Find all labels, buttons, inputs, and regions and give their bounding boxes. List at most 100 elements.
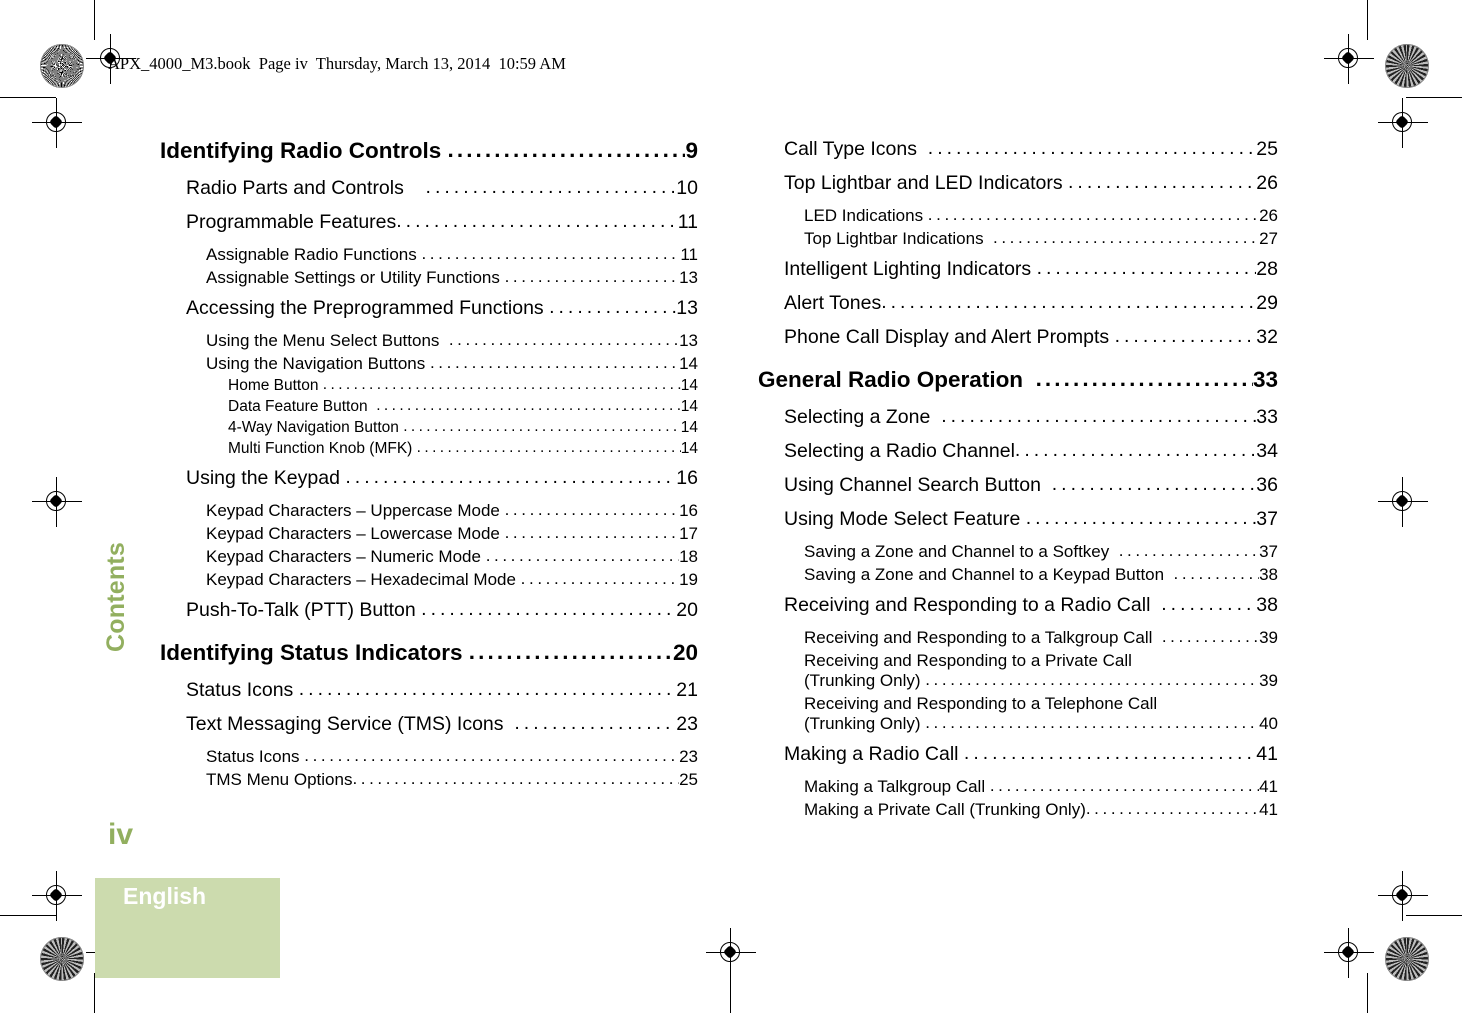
toc-dot-leader: ........................................… [925, 713, 1259, 732]
registration-mark-mid-left [32, 477, 82, 527]
toc-page-number: 16 [676, 467, 698, 489]
toc-page-number: 39 [1259, 671, 1278, 690]
toc-dot-leader: ........................................… [447, 137, 686, 162]
crop-line-top-left-horizontal [0, 97, 56, 99]
toc-entry-title: Saving a Zone and Channel to a Softkey [804, 542, 1119, 561]
toc-dot-leader: ........................................… [1114, 325, 1257, 347]
toc-entry-title: Home Button [228, 377, 323, 394]
crop-line-bottom-center-vertical [730, 973, 732, 1013]
toc-entry[interactable]: Receiving and Responding to a Private Ca… [758, 651, 1278, 691]
toc-entry[interactable]: Programmable Features...................… [160, 210, 698, 234]
toc-entry[interactable]: Keypad Characters – Numeric Mode .......… [160, 546, 698, 567]
toc-entry-title: Identifying Radio Controls [160, 138, 448, 163]
toc-entry[interactable]: Making a Private Call (Trunking Only)...… [758, 799, 1278, 820]
toc-page-number: 33 [1252, 367, 1278, 392]
toc-entry[interactable]: Accessing the Preprogrammed Functions ..… [160, 296, 698, 320]
registration-mark-upper-right [1378, 98, 1428, 148]
toc-page-number: 37 [1259, 542, 1278, 561]
toc-dot-leader: ........................................… [1118, 541, 1259, 560]
toc-entry[interactable]: Radio Parts and Controls ...............… [160, 176, 698, 200]
toc-entry[interactable]: General Radio Operation ................… [758, 366, 1278, 393]
toc-page-number: 16 [679, 501, 698, 520]
toc-entry[interactable]: TMS Menu Options........................… [160, 769, 698, 790]
toc-entry[interactable]: Using Mode Select Feature ..............… [758, 507, 1278, 531]
toc-page-number: 37 [1256, 508, 1278, 530]
toc-entry-title: Intelligent Lighting Indicators [784, 258, 1037, 280]
toc-entry[interactable]: Status Icons ...........................… [160, 746, 698, 767]
toc-entry-title: Receiving and Responding to a Private Ca… [804, 651, 1132, 670]
toc-dot-leader: ........................................… [448, 330, 679, 349]
toc-entry[interactable]: Receiving and Responding to a Radio Call… [758, 593, 1278, 617]
toc-entry-title: Receiving and Responding to a Telephone … [804, 694, 1158, 713]
toc-entry[interactable]: Identifying Radio Controls .............… [160, 137, 698, 164]
toc-entry[interactable]: Assignable Settings or Utility Functions… [160, 267, 698, 288]
toc-entry[interactable]: Using Channel Search Button ............… [758, 473, 1278, 497]
crop-line-bottom-right-horizontal [1406, 915, 1462, 917]
toc-entry[interactable]: Receiving and Responding to a Telephone … [758, 694, 1278, 734]
toc-entry[interactable]: Using the Navigation Buttons ...........… [160, 353, 698, 374]
toc-page-number: 14 [680, 377, 698, 394]
language-block: English [95, 878, 280, 978]
toc-dot-leader: ........................................… [396, 210, 678, 232]
toc-page-number: 25 [679, 770, 698, 789]
toc-entry[interactable]: Alert Tones.............................… [758, 291, 1278, 315]
toc-entry[interactable]: Intelligent Lighting Indicators ........… [758, 257, 1278, 281]
toc-dot-leader: ........................................… [927, 137, 1257, 159]
toc-dot-leader: ........................................… [429, 353, 680, 372]
toc-dot-leader: ........................................… [304, 746, 679, 765]
toc-dot-leader: ........................................… [485, 546, 679, 565]
toc-entry[interactable]: Keypad Characters – Lowercase Mode .....… [160, 523, 698, 544]
toc-entry[interactable]: Assignable Radio Functions .............… [160, 244, 698, 265]
toc-entry-title: Using Mode Select Feature [784, 508, 1026, 530]
toc-entry[interactable]: Push-To-Talk (PTT) Button ..............… [160, 598, 698, 622]
toc-entry[interactable]: Top Lightbar Indications ...............… [758, 228, 1278, 249]
toc-entry[interactable]: Using the Menu Select Buttons ..........… [160, 330, 698, 351]
toc-page-number: 34 [1256, 440, 1278, 462]
toc-entry[interactable]: 4-Way Navigation Button ................… [160, 418, 698, 437]
toc-page-number: 41 [1259, 777, 1278, 796]
toc-dot-leader: ........................................… [1025, 507, 1257, 529]
toc-entry[interactable]: LED Indications ........................… [758, 205, 1278, 226]
toc-entry[interactable]: Making a Talkgroup Call ................… [758, 776, 1278, 797]
toc-entry[interactable]: Phone Call Display and Alert Prompts ...… [758, 325, 1278, 349]
toc-entry[interactable]: Call Type Icons ........................… [758, 137, 1278, 161]
toc-entry[interactable]: Multi Function Knob (MFK) ..............… [160, 439, 698, 458]
toc-entry[interactable]: Keypad Characters – Hexadecimal Mode ...… [160, 569, 698, 590]
toc-page-number: 20 [676, 599, 698, 621]
toc-page-number: 39 [1259, 628, 1278, 647]
toc-entry-title: Status Icons [206, 747, 305, 766]
toc-column-left: Identifying Radio Controls .............… [160, 137, 698, 793]
toc-dot-leader: ........................................… [468, 639, 673, 664]
toc-dot-leader: ........................................… [403, 418, 681, 435]
toc-dot-leader: ........................................… [504, 523, 680, 542]
toc-entry[interactable]: Receiving and Responding to a Talkgroup … [758, 627, 1278, 648]
toc-dot-leader: ........................................… [376, 397, 681, 414]
toc-dot-leader: ........................................… [941, 405, 1256, 427]
toc-entry[interactable]: Using the Keypad .......................… [160, 466, 698, 490]
toc-entry[interactable]: Text Messaging Service (TMS) Icons .....… [160, 712, 698, 736]
toc-entry[interactable]: Home Button ............................… [160, 376, 698, 395]
registration-mark-upper-left [32, 98, 82, 148]
toc-entry[interactable]: Data Feature Button ....................… [160, 397, 698, 416]
toc-dot-leader: ........................................… [421, 244, 680, 263]
toc-page-number: 11 [680, 245, 698, 264]
toc-entry[interactable]: Saving a Zone and Channel to a Keypad Bu… [758, 564, 1278, 585]
toc-entry[interactable]: Making a Radio Call ....................… [758, 742, 1278, 766]
toc-dot-leader: ........................................… [1014, 439, 1256, 461]
toc-page-number: 23 [676, 713, 698, 735]
toc-dot-leader: ........................................… [421, 598, 676, 620]
toc-entry[interactable]: Keypad Characters – Uppercase Mode .....… [160, 500, 698, 521]
toc-entry[interactable]: Top Lightbar and LED Indicators ........… [758, 171, 1278, 195]
toc-dot-leader: ........................................… [425, 176, 677, 198]
toc-entry[interactable]: Identifying Status Indicators ..........… [160, 639, 698, 666]
toc-entry[interactable]: Selecting a Radio Channel...............… [758, 439, 1278, 463]
toc-page-number: 40 [1259, 714, 1278, 733]
toc-page-number: 32 [1256, 326, 1278, 348]
toc-page-number: 41 [1259, 800, 1278, 819]
crop-line-top-left-vertical [94, 0, 96, 40]
toc-entry[interactable]: Saving a Zone and Channel to a Softkey .… [758, 541, 1278, 562]
toc-dot-leader: ........................................… [416, 439, 681, 456]
toc-entry[interactable]: Status Icons ...........................… [160, 678, 698, 702]
toc-entry[interactable]: Selecting a Zone .......................… [758, 405, 1278, 429]
toc-entry-title: Using the Keypad [186, 467, 346, 489]
